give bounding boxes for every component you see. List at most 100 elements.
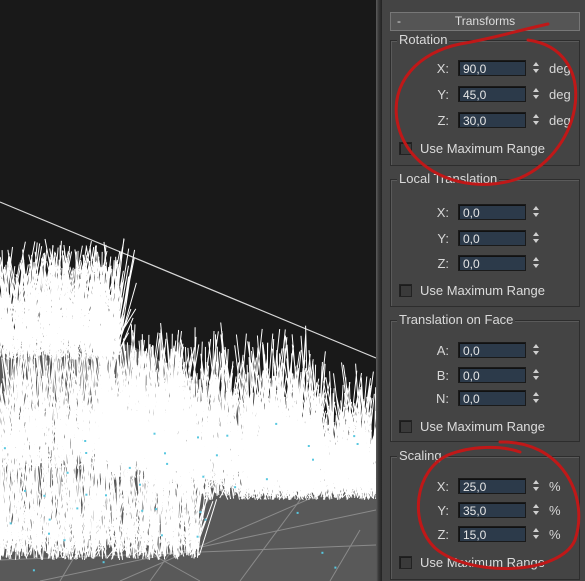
spinner-down-icon[interactable] — [533, 213, 539, 217]
face-translation-b-row: B: 0,0 — [391, 367, 579, 385]
rotation-y-field[interactable]: 45,0 — [458, 86, 526, 102]
spinner-up-icon[interactable] — [533, 392, 539, 396]
axis-label: X: — [436, 61, 449, 76]
checkbox-box[interactable] — [399, 142, 412, 155]
grass-tip-marker — [164, 452, 166, 455]
grass-tip-marker — [139, 483, 141, 486]
transforms-rollout-header[interactable]: - Transforms — [390, 12, 580, 31]
spinner[interactable] — [530, 367, 542, 383]
grass-tip-marker — [9, 522, 12, 525]
spinner-down-icon[interactable] — [533, 376, 539, 380]
spinner-up-icon[interactable] — [533, 232, 539, 236]
checkbox-label[interactable]: Use Maximum Range — [420, 140, 545, 158]
spinner[interactable] — [530, 478, 542, 494]
axis-label: Z: — [437, 256, 449, 271]
spinner-up-icon[interactable] — [533, 344, 539, 348]
unit-label: % — [549, 479, 561, 494]
spinner[interactable] — [530, 112, 542, 128]
local-translation-y-field[interactable]: 0,0 — [458, 230, 526, 246]
spinner-up-icon[interactable] — [533, 504, 539, 508]
scaling-z-field[interactable]: 15,0 — [458, 526, 526, 542]
grass-tip-marker — [197, 436, 199, 439]
spinner[interactable] — [530, 390, 542, 406]
axis-label: Y: — [437, 87, 449, 102]
rotation-x-field[interactable]: 90,0 — [458, 60, 526, 76]
checkbox-label[interactable]: Use Maximum Range — [420, 418, 545, 436]
checkbox-label[interactable]: Use Maximum Range — [420, 282, 545, 300]
spinner-up-icon[interactable] — [533, 257, 539, 261]
grass-tip-marker — [48, 518, 51, 521]
spinner-up-icon[interactable] — [533, 480, 539, 484]
grass-tip-marker — [312, 458, 314, 461]
grass-tip-marker — [204, 518, 207, 521]
spinner-up-icon[interactable] — [533, 369, 539, 373]
translation-on-face-group: Translation on Face A: 0,0 B: 0,0 N: 0,0… — [390, 312, 580, 442]
spinner-up-icon[interactable] — [533, 88, 539, 92]
grass-tip-marker — [265, 478, 268, 481]
spinner-up-icon[interactable] — [533, 206, 539, 210]
checkbox-box[interactable] — [399, 556, 412, 569]
scaling-z-row: Z: 15,0 % — [391, 526, 579, 544]
spinner[interactable] — [530, 255, 542, 271]
spinner[interactable] — [530, 230, 542, 246]
spinner[interactable] — [530, 60, 542, 76]
group-title: Local Translation — [397, 171, 500, 187]
scaling-x-field[interactable]: 25,0 — [458, 478, 526, 494]
spinner-down-icon[interactable] — [533, 535, 539, 539]
face-translation-b-field[interactable]: 0,0 — [458, 367, 526, 383]
spinner-down-icon[interactable] — [533, 351, 539, 355]
group-title: Translation on Face — [397, 312, 516, 328]
local-translation-group: Local Translation X: 0,0 Y: 0,0 Z: 0,0 U… — [390, 171, 580, 307]
axis-label: N: — [436, 391, 449, 406]
axis-label: X: — [436, 205, 449, 220]
scaling-max-range-checkbox[interactable]: Use Maximum Range — [399, 554, 579, 572]
grass-tip-marker — [102, 561, 105, 564]
spinner-up-icon[interactable] — [533, 528, 539, 532]
local-translation-max-range-checkbox[interactable]: Use Maximum Range — [399, 282, 579, 300]
spinner[interactable] — [530, 342, 542, 358]
axis-label: B: — [436, 368, 449, 383]
spinner[interactable] — [530, 526, 542, 542]
spinner[interactable] — [530, 86, 542, 102]
local-translation-x-field[interactable]: 0,0 — [458, 204, 526, 220]
spinner-down-icon[interactable] — [533, 121, 539, 125]
grass-tip-marker — [155, 508, 158, 511]
spinner-down-icon[interactable] — [533, 511, 539, 515]
spinner[interactable] — [530, 204, 542, 220]
grass-tip-marker — [307, 445, 310, 447]
spinner-up-icon[interactable] — [533, 114, 539, 118]
checkbox-label[interactable]: Use Maximum Range — [420, 554, 545, 572]
local-translation-y-row: Y: 0,0 — [391, 230, 579, 248]
grass-tip-marker — [85, 452, 88, 454]
spinner-down-icon[interactable] — [533, 69, 539, 73]
unit-label: deg — [549, 61, 571, 76]
spinner-down-icon[interactable] — [533, 239, 539, 243]
scaling-group: Scaling X: 25,0 % Y: 35,0 % Z: 15,0 % Us… — [390, 448, 580, 580]
spinner-down-icon[interactable] — [533, 487, 539, 491]
face-translation-max-range-checkbox[interactable]: Use Maximum Range — [399, 418, 579, 436]
grass-tip-marker — [296, 511, 299, 514]
local-translation-z-field[interactable]: 0,0 — [458, 255, 526, 271]
axis-label: Z: — [437, 113, 449, 128]
grass-tip-marker — [202, 475, 205, 478]
face-translation-a-field[interactable]: 0,0 — [458, 342, 526, 358]
face-translation-n-field[interactable]: 0,0 — [458, 390, 526, 406]
spinner-down-icon[interactable] — [533, 95, 539, 99]
viewport-3d[interactable] — [0, 0, 376, 581]
spinner[interactable] — [530, 502, 542, 518]
spinner-down-icon[interactable] — [533, 264, 539, 268]
grass-tip-marker — [275, 422, 278, 425]
app-window: - Transforms Rotation X: 90,0 deg Y: 45,… — [0, 0, 585, 581]
grass-tip-marker — [141, 509, 144, 512]
spinner-up-icon[interactable] — [533, 62, 539, 66]
checkbox-box[interactable] — [399, 284, 412, 297]
checkbox-box[interactable] — [399, 420, 412, 433]
face-translation-n-row: N: 0,0 — [391, 390, 579, 408]
rotation-z-field[interactable]: 30,0 — [458, 112, 526, 128]
scaling-y-field[interactable]: 35,0 — [458, 502, 526, 518]
spinner-down-icon[interactable] — [533, 399, 539, 403]
face-translation-a-row: A: 0,0 — [391, 342, 579, 360]
rotation-max-range-checkbox[interactable]: Use Maximum Range — [399, 140, 579, 158]
grass-tip-marker — [128, 466, 131, 469]
group-title: Scaling — [397, 448, 444, 464]
